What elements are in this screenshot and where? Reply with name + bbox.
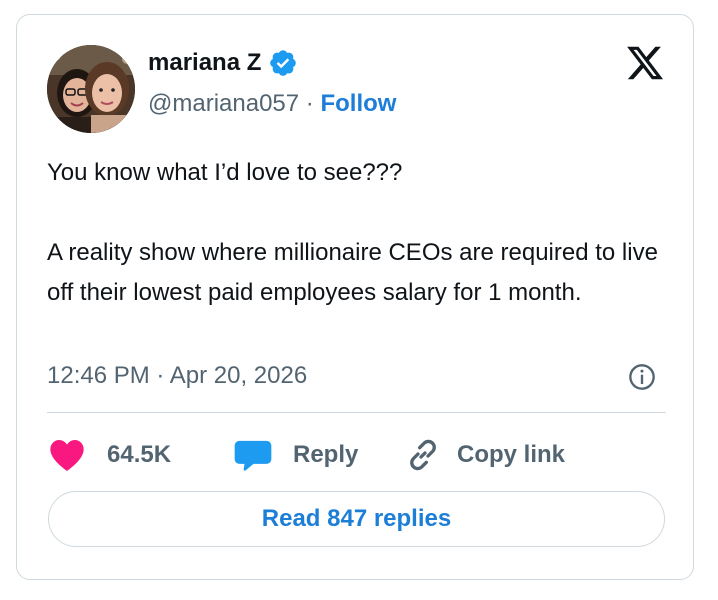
avatar[interactable]	[47, 45, 135, 133]
speech-bubble-icon	[234, 440, 272, 471]
tweet-line-2: A reality show where millionaire CEOs ar…	[47, 239, 658, 306]
handle-row: @mariana057 · Follow	[148, 89, 396, 119]
tweet-card: mariana Z @mariana057 · Follow You know …	[16, 14, 694, 580]
info-icon[interactable]	[628, 363, 656, 391]
author-name[interactable]: mariana Z	[148, 48, 298, 78]
reply-button[interactable]: Reply	[233, 435, 403, 475]
timestamp-separator: ·	[156, 362, 165, 389]
tweet-time[interactable]: 12:46 PM	[47, 362, 150, 389]
like-button[interactable]: 64.5K	[47, 435, 233, 475]
link-icon	[410, 439, 436, 471]
x-logo-icon[interactable]	[623, 43, 667, 83]
tweet-date[interactable]: Apr 20, 2026	[170, 362, 307, 389]
read-replies-button[interactable]: Read 847 replies	[48, 491, 665, 547]
handle-separator: ·	[305, 90, 314, 117]
copy-link-label: Copy link	[457, 441, 566, 468]
copy-link-button[interactable]: Copy link	[403, 435, 565, 475]
reply-label: Reply	[293, 441, 359, 468]
action-bar: 64.5K Reply Copy link	[47, 435, 565, 475]
divider	[47, 412, 666, 413]
verified-badge-icon	[270, 50, 297, 76]
author-display-name[interactable]: mariana Z	[148, 48, 261, 78]
author-handle[interactable]: @mariana057	[148, 90, 299, 117]
like-count: 64.5K	[107, 441, 172, 468]
tweet-text: You know what I’d love to see??? A reali…	[47, 153, 667, 313]
timestamp[interactable]: 12:46 PM · Apr 20, 2026	[47, 361, 307, 391]
follow-link[interactable]: Follow	[320, 90, 396, 117]
heart-icon	[50, 440, 84, 471]
tweet-line-1: You know what I’d love to see???	[47, 159, 403, 186]
read-replies-label: Read 847 replies	[261, 505, 452, 532]
